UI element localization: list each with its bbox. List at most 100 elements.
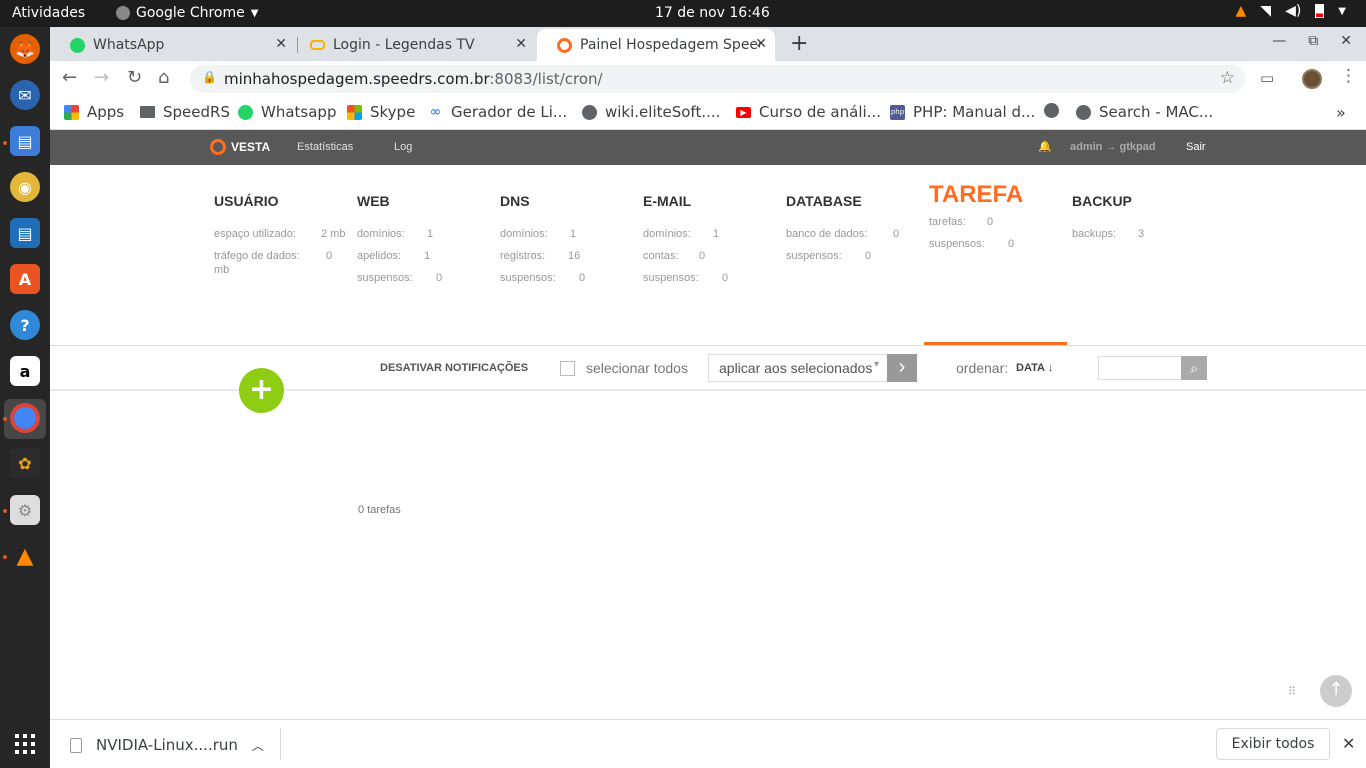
whatsapp-icon bbox=[238, 104, 253, 120]
close-icon[interactable]: ✕ bbox=[1342, 734, 1355, 753]
download-item[interactable]: NVIDIA-Linux....run ︿ bbox=[70, 736, 264, 754]
tab-title: Login - Legendas TV bbox=[333, 37, 475, 53]
logout-link[interactable]: Sair bbox=[1186, 141, 1206, 153]
stat-value: 0 bbox=[987, 216, 994, 228]
minimize-icon[interactable]: — bbox=[1272, 33, 1286, 49]
software-center-icon[interactable]: A bbox=[10, 264, 40, 294]
stat-label: suspensos: bbox=[643, 272, 699, 284]
amazon-icon[interactable]: a bbox=[10, 356, 40, 386]
battery-icon[interactable] bbox=[1315, 4, 1325, 18]
bookmark-whatsapp[interactable]: Whatsapp bbox=[238, 103, 336, 121]
apply-button[interactable]: › bbox=[887, 354, 917, 382]
tab-title: WhatsApp bbox=[93, 37, 165, 53]
bookmark-apps[interactable]: Apps bbox=[64, 103, 124, 121]
menu-log[interactable]: Log bbox=[394, 141, 412, 153]
address-bar[interactable]: 🔒 minhahospedagem.speedrs.com.br:8083/li… bbox=[190, 65, 1245, 93]
add-task-button[interactable]: + bbox=[239, 368, 284, 413]
settings-icon[interactable]: ⚙ bbox=[10, 495, 40, 525]
more-menu-icon[interactable]: ⋮ bbox=[1340, 66, 1357, 86]
tab-painel[interactable]: Painel Hospedagem Speedrs ✕ bbox=[537, 29, 775, 61]
firefox-icon[interactable]: 🦊 bbox=[10, 34, 40, 64]
stat-value: 2 mb bbox=[321, 228, 346, 240]
stat-value: 0 bbox=[865, 250, 872, 262]
menu-stats[interactable]: Estatísticas bbox=[297, 141, 353, 153]
vlc-dock-icon[interactable]: ▲ bbox=[10, 541, 40, 571]
help-icon[interactable]: ? bbox=[10, 310, 40, 340]
rhythmbox-icon[interactable]: ◉ bbox=[10, 172, 40, 202]
bookmark-wiki[interactable]: wiki.eliteSoft.... bbox=[582, 103, 720, 121]
files-icon[interactable]: ▤ bbox=[10, 126, 40, 156]
bookmark-curso[interactable]: ▶ Curso de análi... bbox=[736, 103, 881, 121]
chrome-dock-icon[interactable] bbox=[10, 403, 40, 433]
section-email[interactable]: E-MAIL domínios: 1 contas: 0 suspensos: 0 bbox=[643, 194, 728, 294]
bell-icon[interactable]: 🔔 bbox=[1038, 140, 1052, 153]
select-all-checkbox[interactable] bbox=[560, 361, 575, 376]
forward-arrow-icon[interactable]: → bbox=[94, 67, 109, 88]
back-arrow-icon[interactable]: ← bbox=[62, 67, 77, 88]
chevron-up-icon[interactable]: ︿ bbox=[252, 737, 264, 754]
bookmark-gerador[interactable]: ∞ Gerador de Li... bbox=[428, 103, 568, 121]
system-tray[interactable]: ▲ ◥ ◀) ▼ bbox=[1236, 3, 1347, 19]
activities-button[interactable]: Atividades bbox=[12, 5, 85, 21]
thunderbird-icon[interactable]: ✉ bbox=[10, 80, 40, 110]
cast-icon[interactable]: ▭ bbox=[1260, 69, 1274, 87]
vlc-icon[interactable]: ▲ bbox=[1236, 3, 1247, 19]
bookmark-globe[interactable] bbox=[1044, 103, 1067, 118]
bookmark-star-icon[interactable]: ☆ bbox=[1220, 68, 1235, 88]
section-web[interactable]: WEB domínios: 1 apelidos: 1 suspensos: 0 bbox=[357, 194, 442, 294]
section-title: BACKUP bbox=[1072, 193, 1132, 209]
new-tab-button[interactable]: + bbox=[790, 31, 808, 56]
clock[interactable]: 17 de nov 16:46 bbox=[655, 5, 770, 21]
window-controls: — ⧉ ✕ bbox=[1272, 33, 1352, 49]
avatar[interactable] bbox=[1302, 69, 1322, 89]
select-all-label[interactable]: selecionar todos bbox=[586, 360, 688, 376]
wifi-icon[interactable]: ◥ bbox=[1260, 3, 1271, 19]
section-usuario[interactable]: USUÁRIO espaço utilizado: 2 mb tráfego de… bbox=[214, 194, 345, 286]
show-applications-icon[interactable] bbox=[15, 734, 35, 754]
bookmark-search[interactable]: Search - MAC... bbox=[1076, 103, 1213, 121]
power-menu-chevron-icon[interactable]: ▼ bbox=[1338, 6, 1346, 17]
stat-value: 0 bbox=[579, 272, 586, 284]
bulk-action-select[interactable]: aplicar aos selecionados ▾ bbox=[708, 354, 888, 382]
order-toggle[interactable]: DATA ↓ bbox=[1016, 362, 1053, 374]
bookmark-label: SpeedRS bbox=[163, 103, 230, 121]
app-menu[interactable]: Google Chrome ▼ bbox=[116, 5, 258, 21]
user-switch[interactable]: admin → gtkpad bbox=[1070, 141, 1156, 153]
section-backup[interactable]: BACKUP backups: 3 bbox=[1072, 194, 1144, 250]
close-tab-icon[interactable]: ✕ bbox=[515, 36, 527, 52]
more-bookmarks-icon[interactable]: » bbox=[1336, 103, 1346, 122]
bookmark-label: Skype bbox=[370, 103, 416, 121]
search-input[interactable] bbox=[1098, 356, 1182, 380]
tab-legendas[interactable]: Login - Legendas TV ✕ bbox=[290, 29, 535, 61]
bookmark-label: Curso de análi... bbox=[759, 103, 881, 121]
bookmark-php[interactable]: php PHP: Manual d... bbox=[890, 103, 1035, 121]
vesta-logo[interactable]: VESTA bbox=[210, 139, 270, 155]
section-dns[interactable]: DNS domínios: 1 registros: 16 suspensos: 0 bbox=[500, 194, 585, 294]
globe-icon bbox=[1076, 104, 1091, 120]
search-icon[interactable]: ⌕ bbox=[1181, 356, 1207, 380]
writer-icon[interactable]: ▤ bbox=[10, 218, 40, 248]
close-window-icon[interactable]: ✕ bbox=[1340, 33, 1352, 49]
lock-icon[interactable]: 🔒 bbox=[202, 70, 217, 84]
download-filename: NVIDIA-Linux....run bbox=[96, 736, 238, 754]
volume-icon[interactable]: ◀) bbox=[1285, 3, 1301, 19]
scroll-top-arrow-icon[interactable]: ↑ bbox=[1320, 675, 1352, 707]
reload-icon[interactable]: ↻ bbox=[127, 67, 142, 88]
bookmark-skype[interactable]: Skype bbox=[347, 103, 415, 121]
close-tab-icon[interactable]: ✕ bbox=[755, 36, 767, 52]
php-icon: php bbox=[890, 104, 905, 120]
show-all-button[interactable]: Exibir todos bbox=[1216, 728, 1330, 760]
section-title: TAREFA bbox=[929, 181, 1024, 208]
restore-icon[interactable]: ⧉ bbox=[1308, 33, 1318, 49]
home-icon[interactable]: ⌂ bbox=[158, 67, 169, 88]
tab-whatsapp[interactable]: WhatsApp ✕ bbox=[50, 29, 295, 61]
section-tarefa[interactable]: TAREFA tarefas: 0 suspensos: 0 bbox=[929, 183, 1023, 260]
shortcuts-icon[interactable]: ⠿ bbox=[1288, 685, 1296, 698]
photos-icon[interactable]: ✿ bbox=[10, 448, 40, 478]
section-database[interactable]: DATABASE banco de dados: 0 suspensos: 0 bbox=[786, 194, 899, 272]
close-tab-icon[interactable]: ✕ bbox=[275, 36, 287, 52]
disable-notifications-link[interactable]: DESATIVAR NOTIFICAÇÕES bbox=[380, 362, 528, 374]
stat-label: contas: bbox=[643, 250, 679, 262]
legendas-icon bbox=[310, 40, 325, 50]
bookmark-speedrs[interactable]: SpeedRS bbox=[140, 103, 230, 121]
